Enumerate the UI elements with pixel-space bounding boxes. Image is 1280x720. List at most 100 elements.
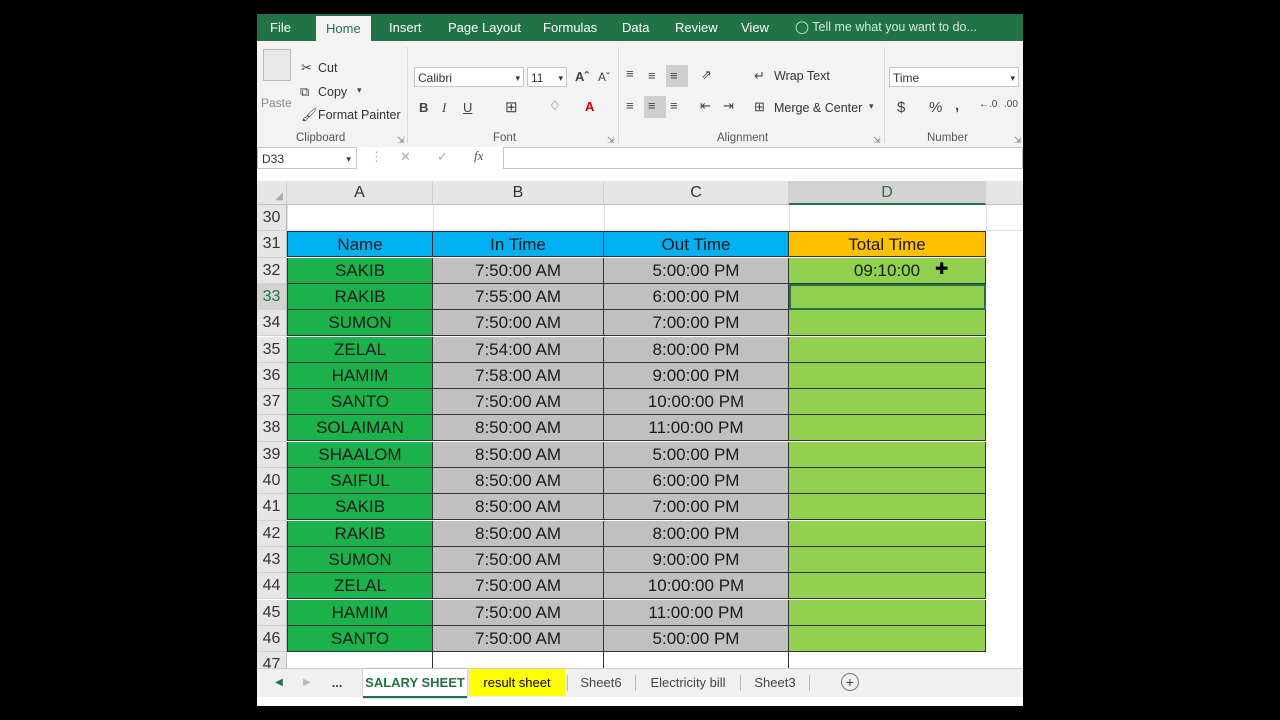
orientation-icon[interactable]: ⇗ — [701, 67, 712, 83]
name-cell[interactable]: SHAALOM — [287, 441, 433, 468]
out-time-cell[interactable]: 5:00:00 PM — [604, 441, 789, 468]
shrink-font-icon[interactable]: Aˇ — [598, 70, 610, 84]
font-name-select[interactable]: Calibri ▾ — [414, 67, 524, 87]
row-header[interactable]: 31 — [257, 231, 287, 258]
clipboard-launcher-icon[interactable]: ⇲ — [397, 135, 405, 146]
out-time-cell[interactable]: 10:00:00 PM — [604, 573, 789, 600]
out-time-cell[interactable]: 11:00:00 PM — [604, 415, 789, 442]
decrease-indent-icon[interactable]: ⇤ — [700, 98, 711, 114]
more-sheets-button[interactable]: ... — [327, 669, 347, 696]
align-left-icon[interactable]: ≡ — [626, 98, 634, 113]
row-header[interactable]: 42 — [257, 520, 287, 547]
sheet-tab[interactable]: result sheet — [469, 669, 565, 696]
in-time-cell[interactable]: 7:50:00 AM — [433, 257, 604, 284]
in-time-cell[interactable]: 8:50:00 AM — [433, 520, 604, 547]
header-cell-in-time[interactable]: In Time — [433, 231, 604, 258]
tab-file[interactable]: File — [270, 14, 291, 41]
merge-center-button[interactable]: Merge & Center — [774, 101, 862, 115]
increase-indent-icon[interactable]: ⇥ — [723, 98, 734, 114]
out-time-cell[interactable]: 8:00:00 PM — [604, 336, 789, 363]
out-time-cell[interactable]: 8:00:00 PM — [604, 520, 789, 547]
out-time-cell[interactable]: 5:00:00 PM — [604, 625, 789, 652]
total-time-cell[interactable] — [789, 625, 986, 652]
alignment-launcher-icon[interactable]: ⇲ — [873, 135, 881, 146]
total-time-cell[interactable] — [789, 310, 986, 337]
comma-button[interactable]: , — [955, 97, 959, 114]
sheet-tab[interactable]: Sheet6 — [569, 669, 633, 696]
in-time-cell[interactable]: 7:50:00 AM — [433, 625, 604, 652]
name-cell[interactable]: RAKIB — [287, 283, 433, 310]
out-time-cell[interactable]: 9:00:00 PM — [604, 546, 789, 573]
name-box[interactable]: D33 ▾ — [257, 147, 357, 169]
row-header[interactable]: 32 — [257, 257, 287, 284]
name-cell[interactable]: SOLAIMAN — [287, 415, 433, 442]
total-time-cell[interactable] — [789, 441, 986, 468]
in-time-cell[interactable]: 7:50:00 AM — [433, 573, 604, 600]
out-time-cell[interactable]: 11:00:00 PM — [604, 599, 789, 626]
number-format-select[interactable]: Time ▾ — [889, 67, 1019, 87]
underline-button[interactable]: U — [463, 100, 472, 115]
name-cell[interactable]: RAKIB — [287, 520, 433, 547]
paste-button[interactable]: Paste — [261, 96, 292, 110]
percent-button[interactable]: % — [929, 99, 942, 116]
font-size-select[interactable]: 11 ▾ — [527, 67, 567, 87]
out-time-cell[interactable]: 7:00:00 PM — [604, 310, 789, 337]
row-header[interactable]: 43 — [257, 546, 287, 574]
in-time-cell[interactable]: 8:50:00 AM — [433, 468, 604, 494]
sheet-tab[interactable]: SALARY SHEET — [363, 669, 467, 698]
row-header[interactable]: 38 — [257, 415, 287, 442]
insert-function-button[interactable]: fx — [474, 148, 483, 164]
in-time-cell[interactable]: 8:50:00 AM — [433, 494, 604, 521]
borders-icon[interactable]: ⊞ — [505, 98, 518, 116]
total-time-cell[interactable] — [789, 283, 986, 310]
formula-input[interactable] — [503, 147, 1023, 169]
total-time-cell[interactable] — [789, 494, 986, 521]
increase-decimal-icon[interactable]: ←.0 — [979, 99, 997, 110]
name-cell[interactable]: ZELAL — [287, 336, 433, 363]
in-time-cell[interactable]: 7:54:00 AM — [433, 336, 604, 363]
column-header-a[interactable]: A — [287, 181, 433, 205]
out-time-cell[interactable]: 6:00:00 PM — [604, 468, 789, 494]
bottom-align-button[interactable]: ≡ — [666, 65, 688, 87]
header-cell-out-time[interactable]: Out Time — [604, 231, 789, 258]
row-header[interactable]: 37 — [257, 389, 287, 416]
name-cell[interactable]: SAKIB — [287, 494, 433, 521]
format-painter-button[interactable]: Format Painter — [318, 108, 401, 122]
middle-align-icon[interactable]: ≡ — [648, 68, 656, 83]
name-cell[interactable]: HAMIM — [287, 599, 433, 626]
total-time-cell[interactable] — [789, 389, 986, 416]
row-header[interactable]: 30 — [257, 205, 287, 232]
tab-data[interactable]: Data — [622, 14, 649, 41]
name-cell[interactable]: SAIFUL — [287, 468, 433, 494]
in-time-cell[interactable]: 7:50:00 AM — [433, 599, 604, 626]
total-time-cell[interactable] — [789, 415, 986, 442]
in-time-cell[interactable]: 7:50:00 AM — [433, 389, 604, 416]
out-time-cell[interactable]: 9:00:00 PM — [604, 362, 789, 389]
tell-me-search[interactable]: ◯ Tell me what you want to do... — [795, 14, 977, 41]
name-cell[interactable]: SUMON — [287, 546, 433, 573]
row-header[interactable]: 41 — [257, 494, 287, 521]
tab-review[interactable]: Review — [675, 14, 718, 41]
name-cell[interactable]: SANTO — [287, 389, 433, 416]
name-cell[interactable]: SUMON — [287, 310, 433, 337]
out-time-cell[interactable]: 5:00:00 PM — [604, 257, 789, 284]
chevron-down-icon[interactable]: ▾ — [869, 101, 874, 112]
cut-button[interactable]: Cut — [318, 61, 337, 75]
scroll-left-icon[interactable]: ◀ — [273, 669, 285, 696]
column-header-c[interactable]: C — [604, 181, 789, 205]
cancel-icon[interactable]: ✕ — [400, 149, 411, 165]
total-time-cell[interactable] — [789, 599, 986, 626]
copy-button[interactable]: Copy — [318, 85, 347, 99]
sheet-tab[interactable]: Sheet3 — [743, 669, 807, 696]
row-header[interactable]: 46 — [257, 625, 287, 653]
chevron-down-icon[interactable]: ▾ — [357, 85, 362, 96]
font-color-icon[interactable]: A — [585, 99, 594, 114]
total-time-cell[interactable] — [789, 520, 986, 547]
tab-insert[interactable]: Insert — [389, 14, 422, 41]
out-time-cell[interactable]: 6:00:00 PM — [604, 283, 789, 310]
center-align-button[interactable]: ≡ — [644, 96, 666, 118]
align-right-icon[interactable]: ≡ — [670, 98, 678, 113]
tab-formulas[interactable]: Formulas — [543, 14, 597, 41]
fill-color-icon[interactable]: ♢ — [549, 98, 561, 114]
name-cell[interactable]: SANTO — [287, 625, 433, 652]
